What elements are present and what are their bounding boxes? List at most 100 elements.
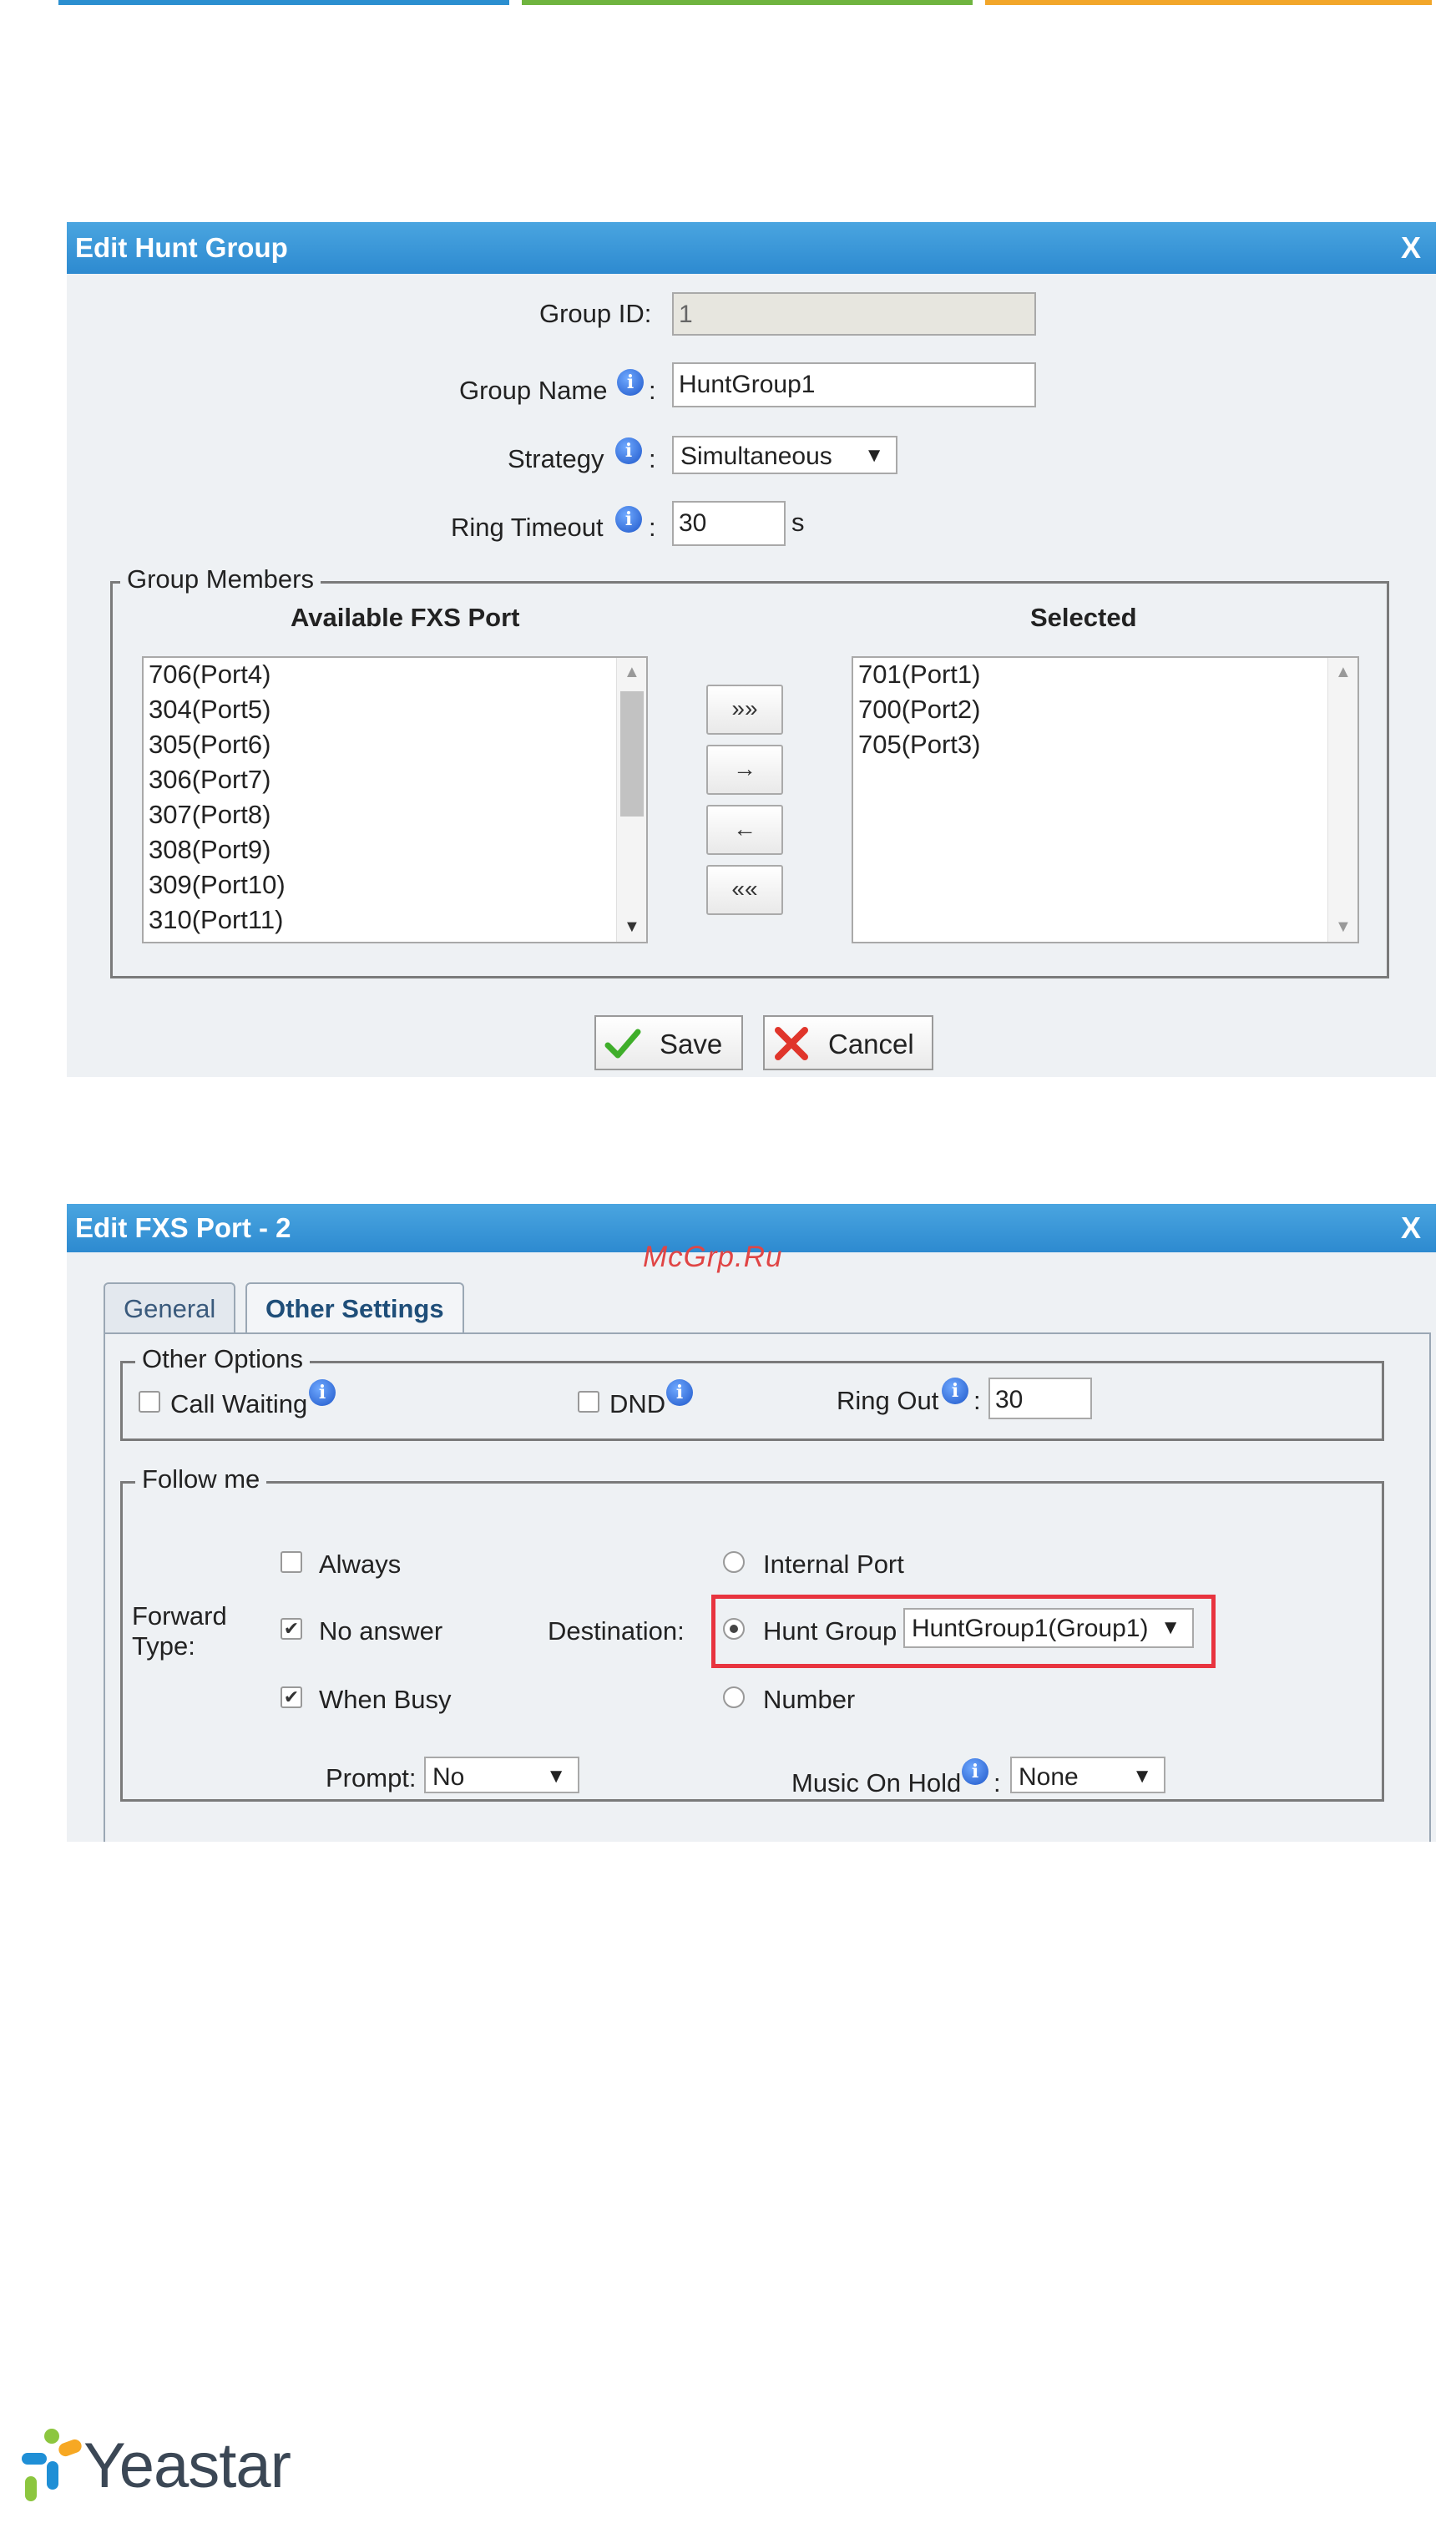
stripe-orange xyxy=(985,0,1432,5)
group-members-legend: Group Members xyxy=(120,564,321,594)
selected-header: Selected xyxy=(1030,603,1137,632)
list-item[interactable]: 306(Port7) xyxy=(149,765,270,795)
list-item[interactable]: 700(Port2) xyxy=(858,695,980,725)
strategy-select[interactable]: Simultaneous ▼ xyxy=(672,436,897,474)
destination-label: Destination: xyxy=(548,1616,685,1646)
yeastar-logo: Yeastar xyxy=(18,2424,302,2508)
scroll-down-icon[interactable]: ▼ xyxy=(1335,918,1352,937)
dnd-checkbox[interactable] xyxy=(578,1391,599,1413)
logo-text: Yeastar xyxy=(83,2430,291,2501)
highlight-box xyxy=(711,1595,1216,1668)
selected-ports-listbox[interactable]: 701(Port1) 700(Port2) 705(Port3) ▲ ▼ xyxy=(852,656,1359,943)
dialog-titlebar: Edit Hunt Group X xyxy=(67,222,1436,274)
forward-type-label: Forward Type: xyxy=(132,1601,227,1661)
number-radio[interactable] xyxy=(723,1686,745,1708)
tab-general[interactable]: General xyxy=(104,1282,236,1334)
music-on-hold-select[interactable]: None ▼ xyxy=(1010,1757,1165,1793)
list-item[interactable]: 705(Port3) xyxy=(858,730,980,760)
tab-other-settings[interactable]: Other Settings xyxy=(245,1282,464,1334)
music-on-hold-value: None xyxy=(1019,1763,1079,1791)
info-icon[interactable]: i xyxy=(666,1379,693,1406)
save-button[interactable]: Save xyxy=(594,1015,743,1070)
dialog-title: Edit Hunt Group xyxy=(75,232,288,263)
watermark: McGrp.Ru xyxy=(643,1241,783,1273)
other-options-fieldset xyxy=(120,1361,1384,1441)
colon: : xyxy=(649,513,656,542)
list-item[interactable]: 305(Port6) xyxy=(149,730,270,760)
scroll-up-icon[interactable]: ▲ xyxy=(1335,663,1352,682)
colon: : xyxy=(973,1386,981,1415)
add-selected-button[interactable]: → xyxy=(706,745,783,795)
internal-port-radio[interactable] xyxy=(723,1551,745,1573)
cancel-label: Cancel xyxy=(828,1029,914,1059)
scroll-down-icon[interactable]: ▼ xyxy=(624,918,640,937)
group-name-input[interactable]: HuntGroup1 xyxy=(672,362,1036,407)
list-item[interactable]: 701(Port1) xyxy=(858,660,980,690)
group-id-label: Group ID: xyxy=(539,299,652,328)
close-icon[interactable]: X xyxy=(1401,230,1421,265)
group-id-field[interactable]: 1 xyxy=(672,292,1036,336)
list-item[interactable]: 706(Port4) xyxy=(149,660,270,690)
dropdown-arrow-icon: ▼ xyxy=(864,444,884,467)
strategy-value: Simultaneous xyxy=(680,442,832,470)
number-label: Number xyxy=(763,1685,856,1714)
strategy-label: Strategy xyxy=(508,444,604,473)
add-all-button[interactable]: »» xyxy=(706,685,783,735)
edit-fxs-port-dialog: Edit FXS Port - 2 X McGrp.Ru General Oth… xyxy=(67,1204,1436,1842)
list-item[interactable]: 310(Port11) xyxy=(149,905,283,935)
close-icon[interactable]: X xyxy=(1401,1211,1421,1246)
ring-out-input[interactable]: 30 xyxy=(988,1378,1092,1419)
when-busy-checkbox[interactable]: ✔ xyxy=(281,1686,302,1708)
always-label: Always xyxy=(319,1550,402,1579)
when-busy-label: When Busy xyxy=(319,1685,452,1714)
music-on-hold-label: Music On Hold xyxy=(791,1768,962,1797)
list-item[interactable]: 304(Port5) xyxy=(149,695,270,725)
stripe-green xyxy=(522,0,973,5)
available-fxs-port-header: Available FXS Port xyxy=(291,603,520,632)
info-icon[interactable]: i xyxy=(617,369,644,396)
colon: : xyxy=(993,1768,1001,1797)
remove-all-button[interactable]: «« xyxy=(706,865,783,915)
info-icon[interactable]: i xyxy=(962,1758,988,1785)
ring-timeout-label: Ring Timeout xyxy=(451,513,604,542)
scroll-thumb[interactable] xyxy=(620,691,644,817)
top-stripes xyxy=(0,0,1456,5)
other-options-legend: Other Options xyxy=(135,1344,310,1374)
ring-timeout-unit: s xyxy=(791,508,805,537)
prompt-select[interactable]: No ▼ xyxy=(424,1757,579,1793)
dnd-label: DND xyxy=(609,1389,666,1418)
cancel-button[interactable]: Cancel xyxy=(763,1015,933,1070)
no-answer-label: No answer xyxy=(319,1616,443,1646)
ring-timeout-input[interactable]: 30 xyxy=(672,501,786,546)
info-icon[interactable]: i xyxy=(615,506,642,533)
list-item[interactable]: 308(Port9) xyxy=(149,835,270,865)
dropdown-arrow-icon: ▼ xyxy=(546,1765,566,1787)
always-checkbox[interactable] xyxy=(281,1551,302,1573)
ring-out-label: Ring Out xyxy=(837,1386,939,1415)
call-waiting-checkbox[interactable] xyxy=(139,1391,160,1413)
scroll-up-icon[interactable]: ▲ xyxy=(624,663,640,682)
yeastar-logo-mark xyxy=(22,2429,82,2501)
colon: : xyxy=(649,376,656,405)
dropdown-arrow-icon: ▼ xyxy=(1132,1765,1152,1787)
prompt-label: Prompt: xyxy=(326,1763,417,1792)
remove-selected-button[interactable]: ← xyxy=(706,805,783,855)
follow-me-legend: Follow me xyxy=(135,1464,267,1494)
dialog-title: Edit FXS Port - 2 xyxy=(75,1212,291,1243)
list-item[interactable]: 309(Port10) xyxy=(149,870,286,900)
list-item[interactable]: 307(Port8) xyxy=(149,800,270,830)
listbox-scrollbar[interactable]: ▲ ▼ xyxy=(616,658,646,942)
save-label: Save xyxy=(660,1029,723,1059)
info-icon[interactable]: i xyxy=(309,1379,336,1406)
listbox-scrollbar[interactable]: ▲ ▼ xyxy=(1327,658,1357,942)
colon: : xyxy=(649,444,656,473)
edit-hunt-group-dialog: Edit Hunt Group X Group ID: 1 Group Name… xyxy=(67,222,1436,1077)
available-ports-listbox[interactable]: 706(Port4) 304(Port5) 305(Port6) 306(Por… xyxy=(142,656,648,943)
no-answer-checkbox[interactable]: ✔ xyxy=(281,1618,302,1640)
x-mark-icon xyxy=(775,1027,808,1060)
info-icon[interactable]: i xyxy=(615,437,642,464)
call-waiting-label: Call Waiting xyxy=(170,1389,308,1418)
check-icon xyxy=(604,1029,641,1059)
stripe-blue xyxy=(58,0,509,5)
info-icon[interactable]: i xyxy=(942,1378,968,1404)
